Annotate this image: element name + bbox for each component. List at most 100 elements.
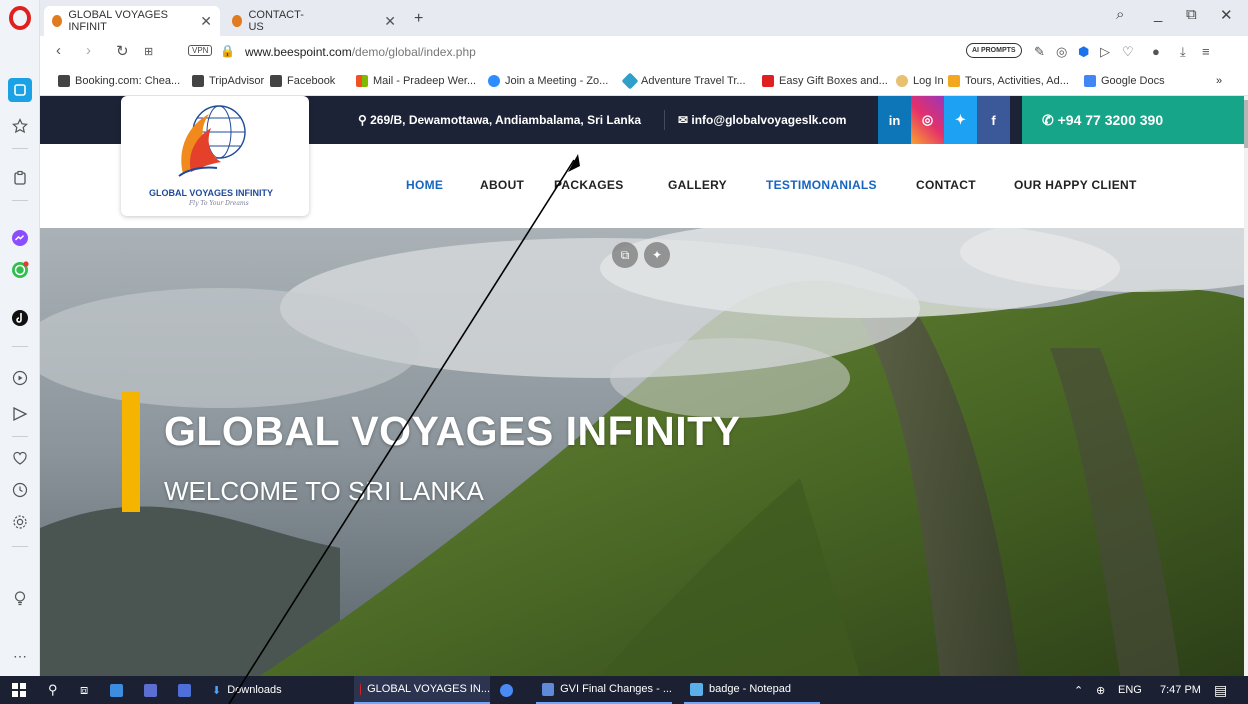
heart-icon[interactable]: ♡ [1122, 44, 1134, 60]
bookmark-mail[interactable]: Mail - Pradeep Wer... [356, 75, 476, 87]
docs-icon [1084, 75, 1096, 87]
notifications-icon[interactable]: ▤ [1214, 676, 1227, 704]
back-icon[interactable]: ‹ [56, 42, 61, 59]
bookmark-zoom[interactable]: Join a Meeting - Zo... [488, 75, 608, 87]
nav-home[interactable]: HOME [406, 178, 443, 192]
close-window-icon[interactable]: ✕ [1220, 6, 1233, 24]
nav-packages[interactable]: PACKAGES [554, 178, 624, 192]
bookmark-label: Easy Gift Boxes and... [779, 75, 888, 87]
youtube-icon [762, 75, 774, 87]
notepad-icon [690, 682, 703, 696]
tab-global-voyages[interactable]: GLOBAL VOYAGES INFINIT ✕ [44, 6, 220, 36]
calculator-icon[interactable] [144, 676, 163, 704]
hero-subtitle: WELCOME TO SRI LANKA [164, 476, 484, 506]
messenger-icon[interactable] [8, 226, 32, 250]
bookmark-google-docs[interactable]: Google Docs [1084, 75, 1165, 87]
bookmark-booking[interactable]: Booking.com: Chea... [58, 75, 180, 87]
profile-avatar-icon[interactable]: ● [1152, 44, 1160, 59]
accent-bar [122, 392, 140, 512]
speed-dial-icon[interactable]: ⊞ [144, 45, 153, 58]
tab-contact-us[interactable]: CONTACT-US ✕ [224, 6, 404, 36]
settings-gear-icon[interactable] [8, 510, 32, 534]
url-path: /demo/global/index.php [351, 45, 476, 59]
opera-logo-icon[interactable] [8, 6, 32, 30]
email-text: info@globalvoyageslk.com [691, 113, 847, 127]
forward-icon[interactable]: › [86, 42, 91, 59]
copy-image-icon[interactable]: ⧉ [612, 242, 638, 268]
snapshot-icon[interactable]: ◎ [1056, 44, 1067, 60]
download-icon[interactable]: ⤓ [1180, 44, 1186, 60]
taskbar-notepad[interactable]: badge - Notepad [684, 676, 820, 704]
scrollbar-thumb[interactable] [1244, 100, 1248, 148]
nav-contact[interactable]: CONTACT [916, 178, 976, 192]
edit-icon[interactable]: ✎ [1034, 44, 1045, 60]
url-field[interactable]: www.beespoint.com/demo/global/index.php [245, 45, 476, 59]
new-tab-button[interactable]: + [414, 10, 423, 28]
send-icon[interactable]: ▷ [1100, 44, 1110, 60]
app-icon[interactable] [110, 676, 129, 704]
taskbar-opera-window[interactable]: GLOBAL VOYAGES IN... [354, 676, 490, 704]
clock[interactable]: 7:47 PM [1160, 676, 1201, 704]
linkedin-icon[interactable]: in [878, 96, 911, 144]
tiktok-icon[interactable] [8, 306, 32, 330]
nav-gallery[interactable]: GALLERY [668, 178, 727, 192]
player-icon[interactable] [8, 366, 32, 390]
bookmark-tripadvisor[interactable]: TripAdvisor [192, 75, 264, 87]
more-bookmarks-button[interactable]: » [1216, 75, 1222, 87]
bookmark-facebook[interactable]: Facebook [270, 75, 335, 87]
network-icon[interactable]: ⊕ [1096, 676, 1105, 704]
taskbar-gvi-doc[interactable]: GVI Final Changes - ... [536, 676, 672, 704]
site-logo[interactable]: GLOBAL VOYAGES INFINITY Fly To Your Drea… [121, 96, 309, 216]
ai-prompts-button[interactable]: AI PROMPTS [966, 43, 1022, 58]
minimize-icon[interactable]: _ [1154, 6, 1162, 23]
clipboard-icon[interactable] [8, 166, 32, 190]
flow-send-icon[interactable] [8, 402, 32, 426]
bookmark-gift-boxes[interactable]: Easy Gift Boxes and... [762, 75, 888, 87]
twitter-icon[interactable]: ✦ [944, 96, 977, 144]
task-view-icon[interactable]: ⧈ [80, 676, 88, 704]
easy-setup-icon[interactable]: ≡ [1202, 44, 1210, 59]
windows-taskbar: ⚲ ⧈ ⬇ Downloads GLOBAL VOYAGES IN... GVI … [0, 676, 1248, 704]
heart-icon[interactable] [8, 446, 32, 470]
bookmark-adventure[interactable]: Adventure Travel Tr... [621, 72, 746, 90]
close-tab-icon[interactable]: ✕ [384, 13, 396, 30]
news-icon[interactable] [178, 676, 197, 704]
search-tabs-icon[interactable]: ⌕ [1116, 6, 1124, 23]
bookmarks-star-icon[interactable] [8, 114, 32, 138]
page-scrollbar[interactable] [1244, 96, 1248, 676]
browser-sidebar: ⋯ [0, 0, 40, 676]
taskbar-downloads[interactable]: ⬇ Downloads [212, 676, 282, 704]
phone-link[interactable]: ✆ +94 77 3200 390 [1022, 96, 1244, 144]
bookmark-label: Google Docs [1101, 75, 1165, 87]
bookmark-label: Booking.com: Chea... [75, 75, 181, 87]
lock-icon[interactable]: 🔒 [220, 44, 235, 58]
bookmark-label: Log In [913, 75, 944, 87]
tray-chevron-icon[interactable]: ⌃ [1074, 676, 1083, 704]
close-tab-icon[interactable]: ✕ [200, 13, 212, 30]
page-icon [58, 75, 70, 87]
nav-happy-client[interactable]: OUR HAPPY CLIENT [1014, 178, 1137, 192]
facebook-icon[interactable]: f [977, 96, 1010, 144]
instagram-icon[interactable]: ◎ [911, 96, 944, 144]
whatsapp-icon[interactable] [8, 258, 32, 282]
snap-window-icon[interactable]: ⧉ [1186, 6, 1197, 23]
home-icon[interactable] [8, 78, 32, 102]
reload-icon[interactable]: ↻ [116, 42, 129, 60]
nav-testimonials[interactable]: TESTIMONANIALS [766, 178, 877, 192]
history-clock-icon[interactable] [8, 478, 32, 502]
search-icon[interactable]: ⚲ [48, 676, 58, 704]
nav-about[interactable]: ABOUT [480, 178, 524, 192]
chrome-icon[interactable] [500, 676, 519, 704]
ai-enhance-icon[interactable]: ✦ [644, 242, 670, 268]
windows-start-icon[interactable] [12, 676, 26, 704]
email-link[interactable]: ✉ info@globalvoyageslk.com [678, 113, 846, 127]
lightbulb-icon[interactable] [8, 586, 32, 610]
more-dots-icon[interactable]: ⋯ [8, 644, 32, 668]
bookmark-tours[interactable]: Tours, Activities, Ad... [948, 75, 1069, 87]
logo-brand-text: GLOBAL VOYAGES INFINITY [149, 188, 274, 198]
vpn-badge[interactable]: VPN [188, 45, 213, 56]
language-indicator[interactable]: ENG [1118, 676, 1142, 704]
taskbar-label: Downloads [227, 684, 282, 696]
shield-icon[interactable]: ⬢ [1078, 44, 1089, 60]
bookmark-login[interactable]: Log In [896, 75, 944, 87]
